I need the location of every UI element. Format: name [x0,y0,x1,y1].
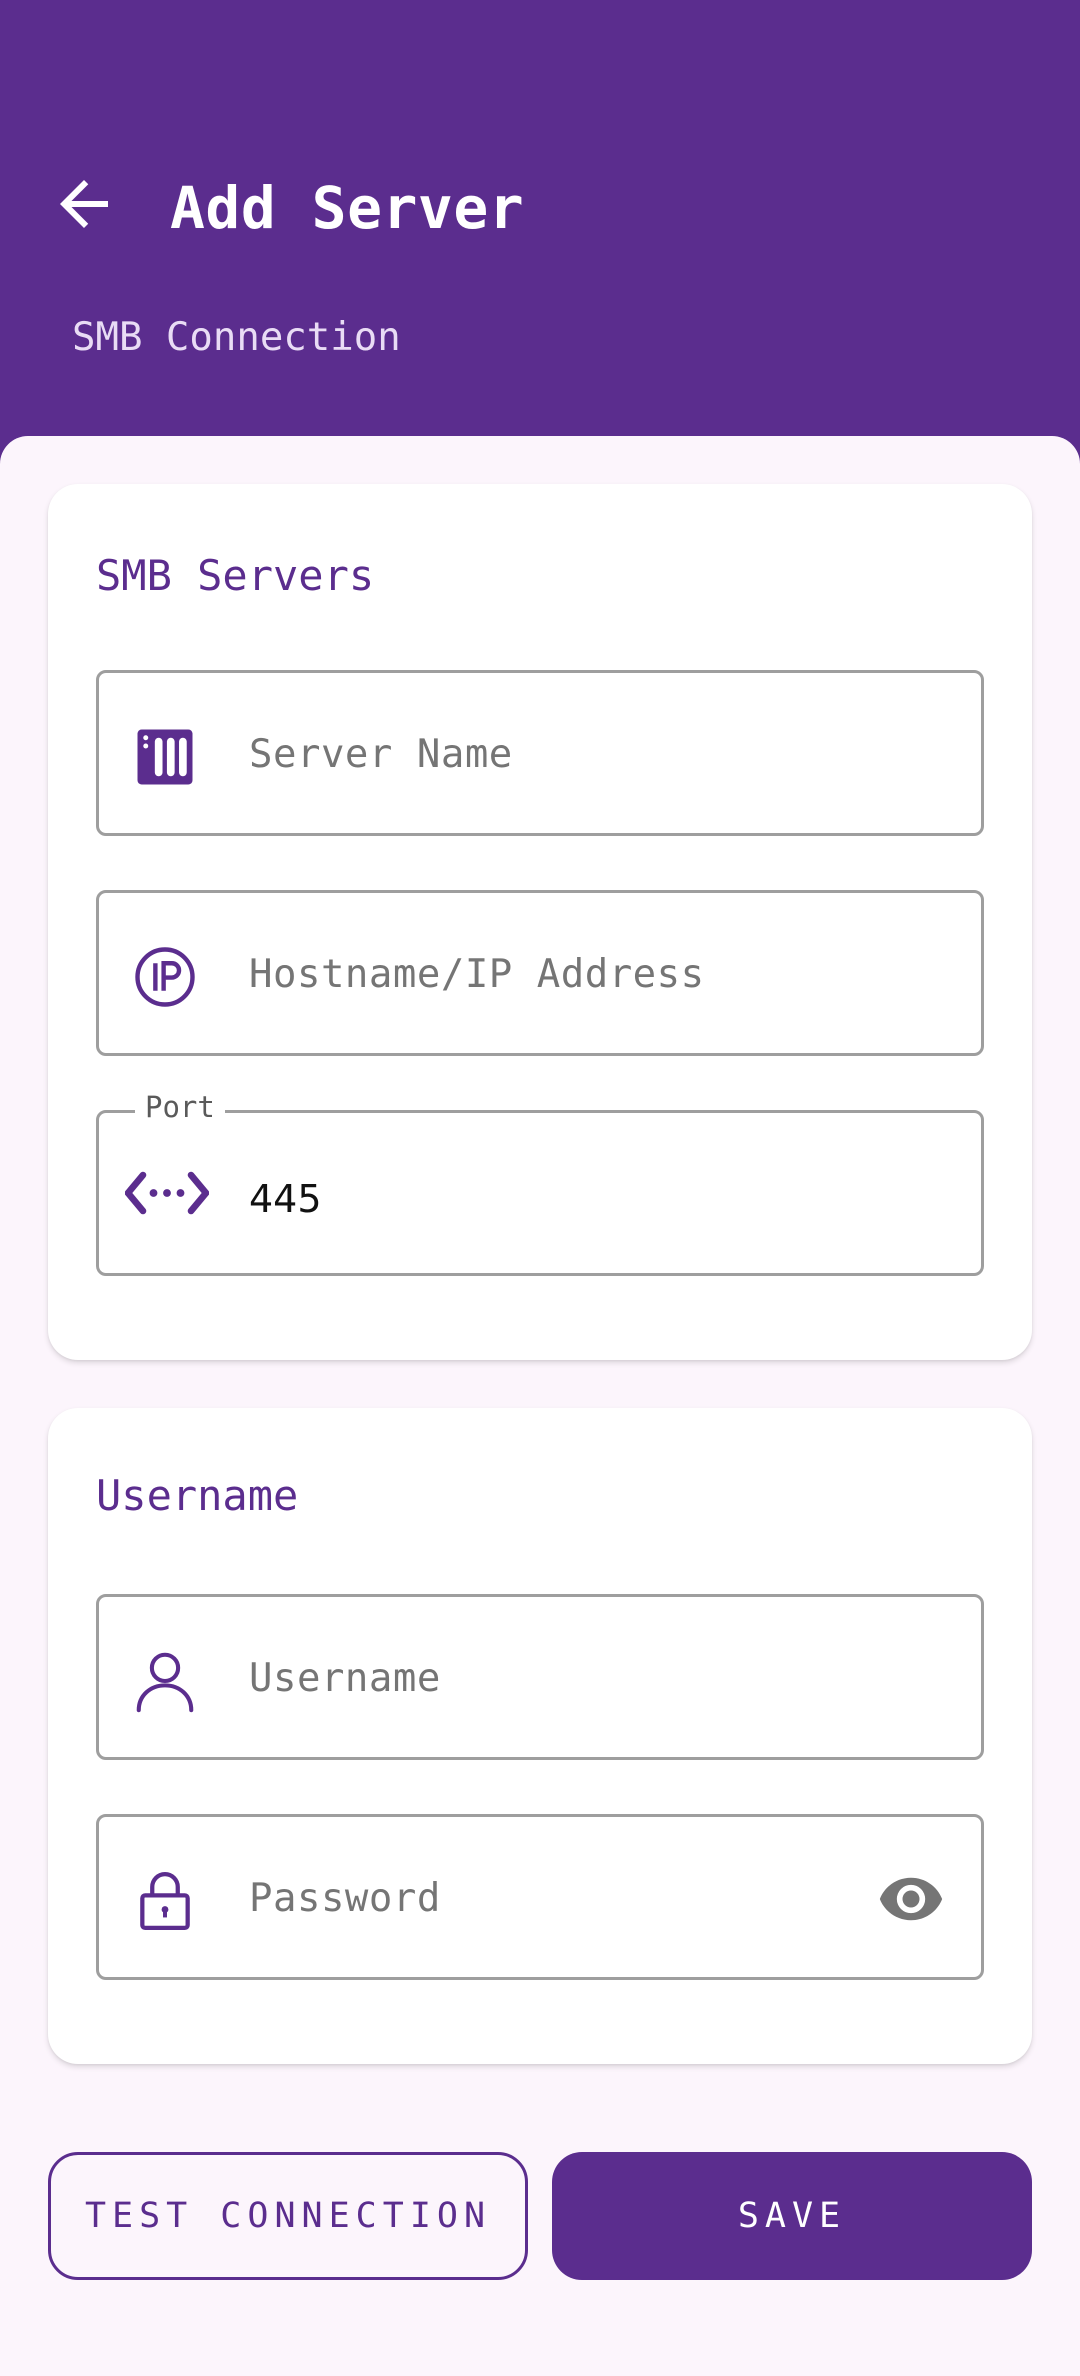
lock-icon [129,1865,201,1937]
hostname-placeholder: Hostname/IP Address [249,952,705,997]
smb-servers-card: SMB Servers Server Name Hostname/IP Addr… [48,484,1032,1360]
credentials-card: Username Username Password [48,1408,1032,2064]
page-subtitle: SMB Connection [72,315,401,360]
user-icon [129,1645,201,1717]
hostname-field[interactable]: Hostname/IP Address [96,890,984,1056]
password-visibility-toggle[interactable] [875,1865,947,1933]
server-name-field[interactable]: Server Name [96,670,984,836]
port-icon [125,1157,209,1229]
password-placeholder: Password [249,1876,441,1921]
ip-icon [129,941,201,1013]
port-field[interactable]: Port 445 [96,1087,984,1276]
credentials-title: Username [96,1471,299,1520]
eye-icon [879,1877,943,1921]
port-label: Port [135,1087,225,1127]
save-button[interactable]: SAVE [552,2152,1032,2280]
password-field[interactable]: Password [96,1814,984,1980]
page-title: Add Server [170,174,525,242]
server-name-placeholder: Server Name [249,732,513,777]
app-bar: Add Server SMB Connection [0,0,1080,470]
back-button[interactable] [44,164,124,244]
smb-servers-title: SMB Servers [96,551,375,600]
server-icon [129,721,201,793]
username-field[interactable]: Username [96,1594,984,1760]
port-value: 445 [249,1177,322,1221]
test-connection-button[interactable]: TEST CONNECTION [48,2152,528,2280]
username-placeholder: Username [249,1656,441,1701]
arrow-left-icon [60,180,108,228]
